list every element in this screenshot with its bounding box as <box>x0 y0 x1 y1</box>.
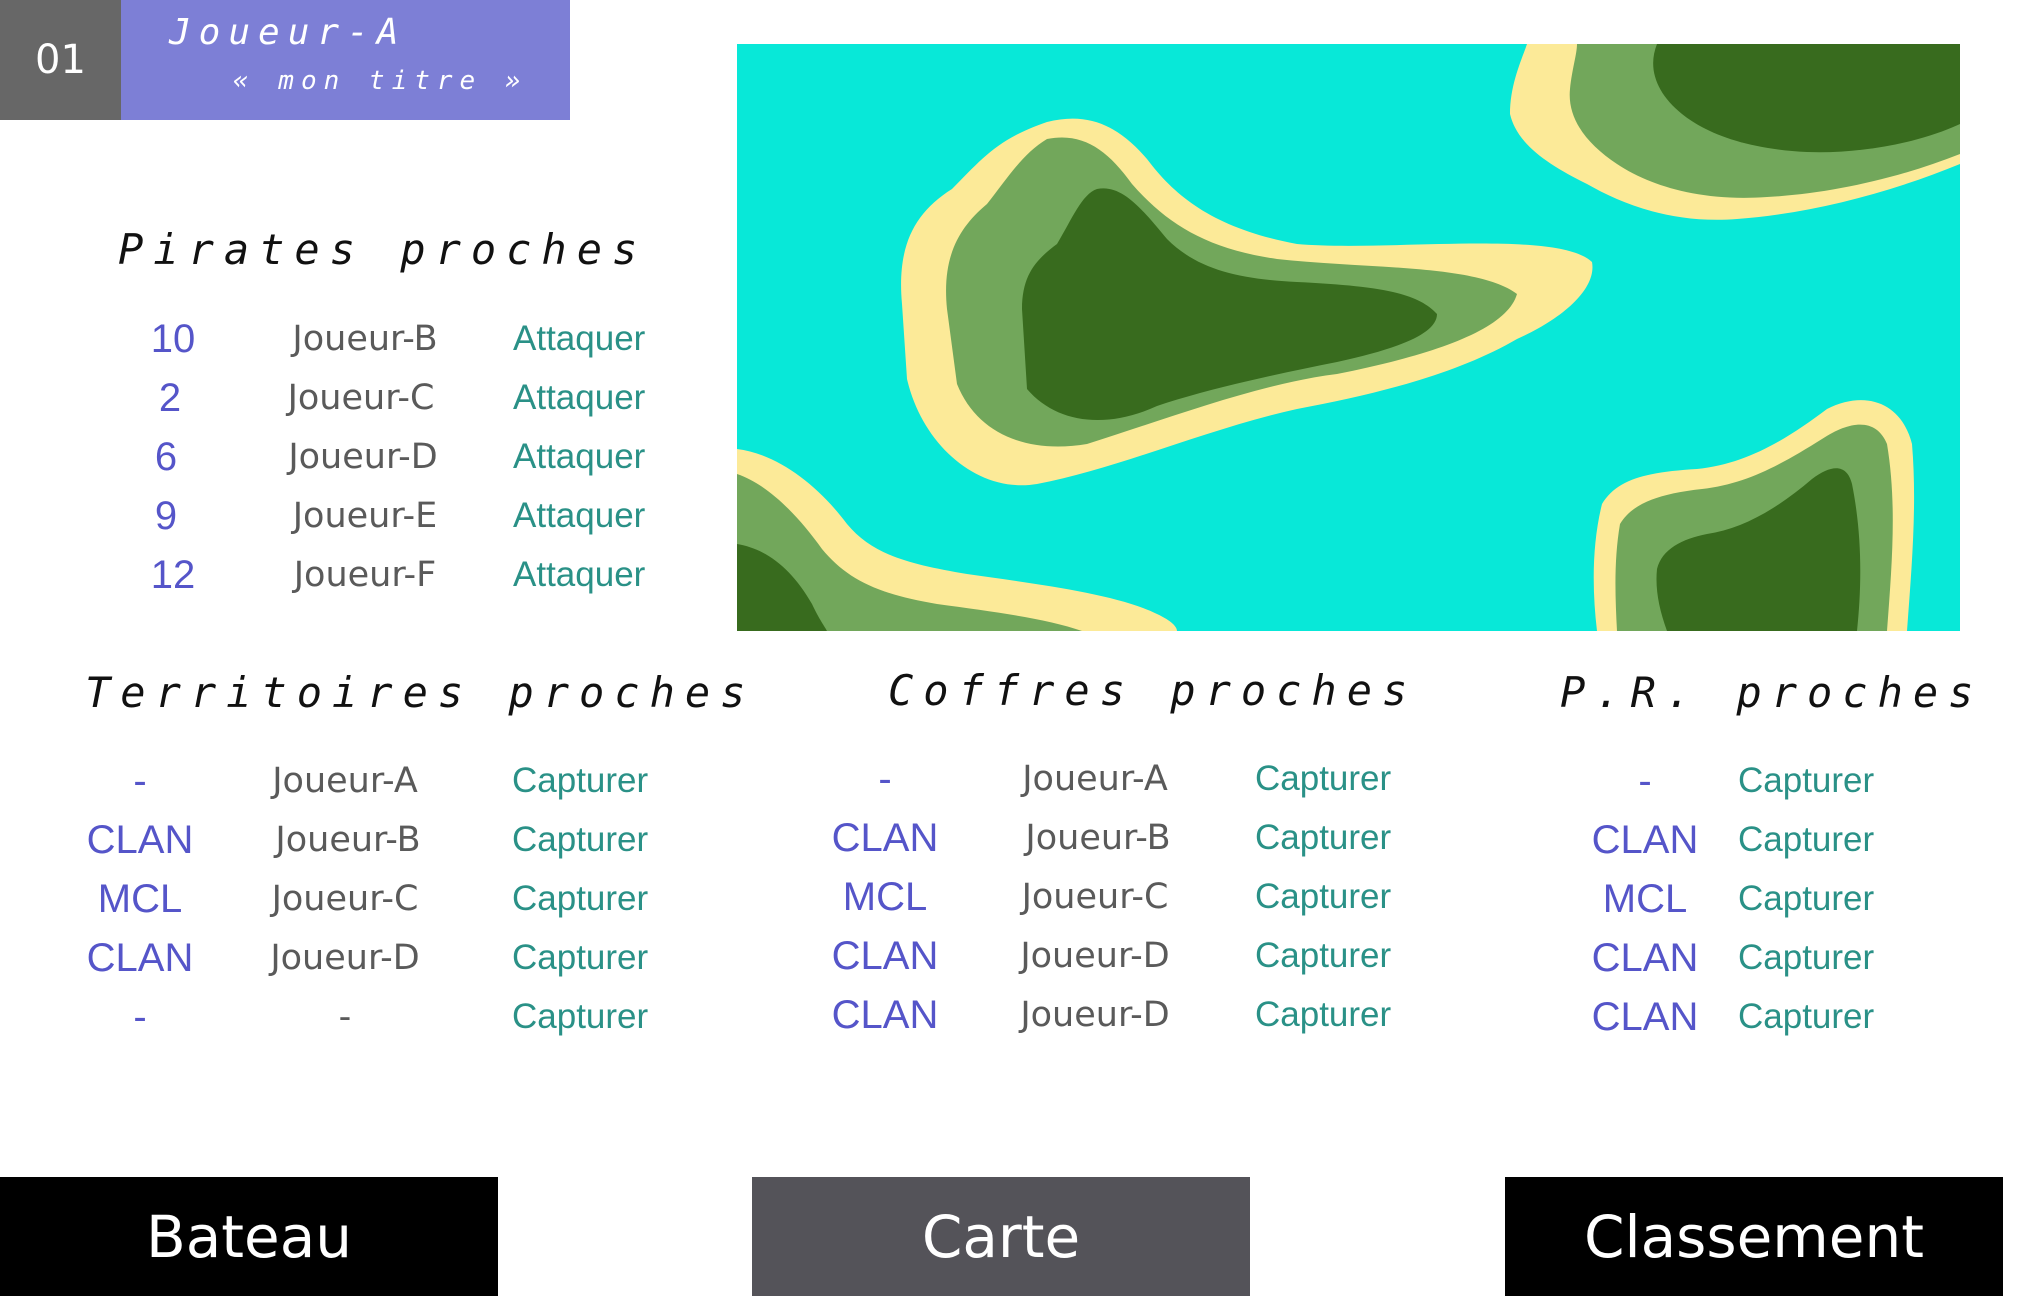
territory-owner: - <box>338 997 352 1037</box>
pirate-value: 10 <box>150 317 196 361</box>
capture-button[interactable]: Capturer <box>1255 986 1391 1044</box>
player-number: 01 <box>0 0 121 120</box>
ranking-button[interactable]: Classement <box>1505 1177 2003 1296</box>
pirate-value: 6 <box>154 435 178 479</box>
territory-owner: Joueur-C <box>271 879 419 919</box>
capture-button[interactable]: Capturer <box>512 988 648 1046</box>
capture-button[interactable]: Capturer <box>512 811 648 869</box>
pirate-name: Joueur-C <box>287 378 435 418</box>
clan-tag: MCL <box>842 875 928 919</box>
clan-tag: CLAN <box>86 936 194 980</box>
pirate-value: 9 <box>154 494 178 538</box>
player-title: « mon titre » <box>233 66 528 96</box>
territory-owner: Joueur-B <box>275 820 421 860</box>
clan-tag: CLAN <box>1591 818 1699 862</box>
clan-tag: CLAN <box>1591 995 1699 1039</box>
capture-button[interactable]: Capturer <box>512 929 648 987</box>
capture-button[interactable]: Capturer <box>1255 868 1391 926</box>
attack-button[interactable]: Attaquer <box>513 310 645 368</box>
pirate-name: Joueur-B <box>292 319 438 359</box>
player-name: Joueur-A <box>169 12 407 53</box>
island-map[interactable] <box>737 44 1960 631</box>
territory-owner: Joueur-A <box>272 761 418 801</box>
territories-section-title: Territoires proches <box>85 668 756 717</box>
pirate-value: 12 <box>150 553 196 597</box>
clan-tag: CLAN <box>1591 936 1699 980</box>
capture-button[interactable]: Capturer <box>1738 752 1874 810</box>
chest-owner: Joueur-B <box>1025 818 1171 858</box>
chest-owner: Joueur-A <box>1022 759 1168 799</box>
chests-section-title: Coffres proches <box>888 666 1418 715</box>
attack-button[interactable]: Attaquer <box>513 546 645 604</box>
clan-tag: MCL <box>97 877 183 921</box>
clan-tag: - <box>133 995 147 1039</box>
pirate-value: 2 <box>158 376 182 420</box>
map-button[interactable]: Carte <box>752 1177 1250 1296</box>
clan-tag: CLAN <box>86 818 194 862</box>
clan-tag: CLAN <box>831 934 939 978</box>
clan-tag: CLAN <box>831 816 939 860</box>
clan-tag: - <box>1638 759 1652 803</box>
capture-button[interactable]: Capturer <box>1255 927 1391 985</box>
capture-button[interactable]: Capturer <box>1738 929 1874 987</box>
capture-button[interactable]: Capturer <box>1738 811 1874 869</box>
clan-tag: MCL <box>1602 877 1688 921</box>
capture-button[interactable]: Capturer <box>1255 809 1391 867</box>
capture-button[interactable]: Capturer <box>1255 750 1391 808</box>
attack-button[interactable]: Attaquer <box>513 487 645 545</box>
attack-button[interactable]: Attaquer <box>513 369 645 427</box>
player-header: Joueur-A « mon titre » <box>121 0 570 120</box>
capture-button[interactable]: Capturer <box>512 870 648 928</box>
pirates-section-title: Pirates proches <box>118 225 648 274</box>
pirate-name: Joueur-D <box>288 437 438 477</box>
chest-owner: Joueur-C <box>1021 877 1169 917</box>
boat-button[interactable]: Bateau <box>0 1177 498 1296</box>
territory-owner: Joueur-D <box>270 938 420 978</box>
capture-button[interactable]: Capturer <box>1738 988 1874 1046</box>
clan-tag: CLAN <box>831 993 939 1037</box>
chest-owner: Joueur-D <box>1020 936 1170 976</box>
capture-button[interactable]: Capturer <box>1738 870 1874 928</box>
clan-tag: - <box>878 757 892 801</box>
pirate-name: Joueur-F <box>293 555 437 595</box>
capture-button[interactable]: Capturer <box>512 752 648 810</box>
attack-button[interactable]: Attaquer <box>513 428 645 486</box>
chest-owner: Joueur-D <box>1020 995 1170 1035</box>
pirate-name: Joueur-E <box>292 496 438 536</box>
clan-tag: - <box>133 759 147 803</box>
pr-section-title: P.R. proches <box>1560 668 1984 717</box>
